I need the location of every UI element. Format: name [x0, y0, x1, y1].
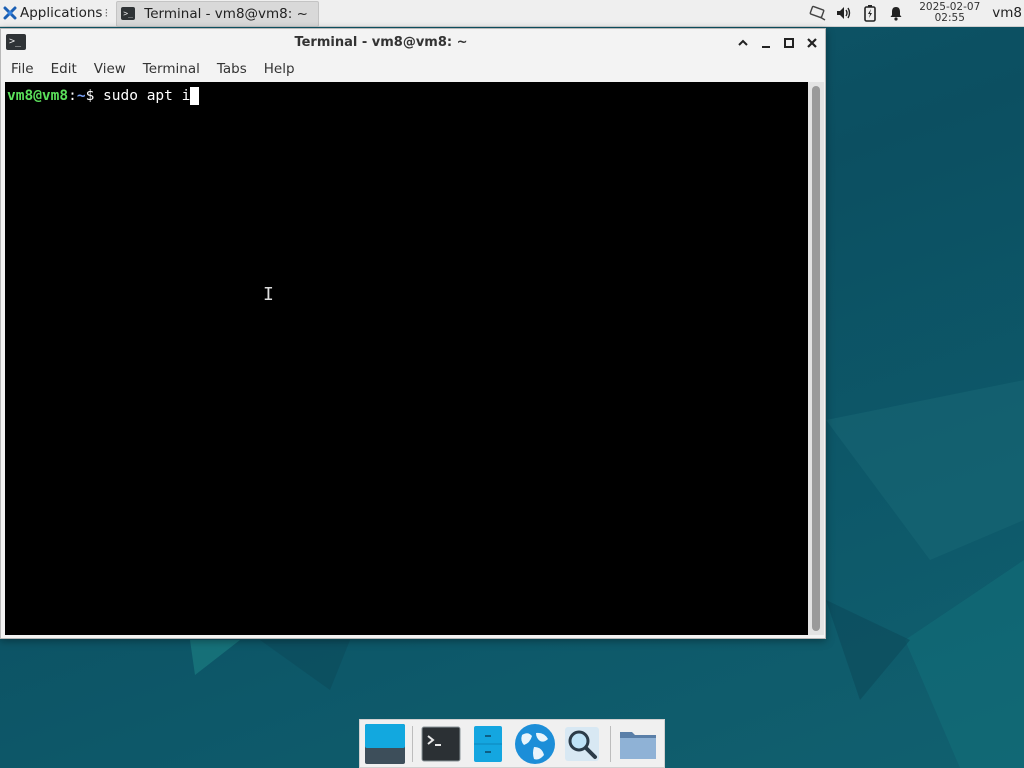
dock-separator	[609, 725, 611, 762]
window-title: Terminal - vm8@vm8: ~	[294, 35, 468, 50]
folder-icon	[620, 731, 657, 759]
minimize-icon	[762, 46, 770, 48]
applications-label: Applications	[20, 5, 103, 21]
menu-file[interactable]: File	[1, 61, 41, 77]
taskbar-terminal-label: Terminal - vm8@vm8: ~	[144, 5, 308, 22]
top-panel: Applications ⁝ >_ Terminal - vm8@vm8: ~	[0, 0, 1024, 27]
notification-bell-icon[interactable]	[887, 4, 905, 22]
text-cursor	[190, 87, 200, 105]
dock-terminal-button[interactable]	[419, 722, 462, 766]
volume-icon[interactable]	[835, 4, 853, 22]
dock-folder-button[interactable]	[617, 722, 660, 766]
battery-icon[interactable]	[861, 4, 879, 22]
roll-up-button[interactable]	[734, 34, 752, 52]
magnifier-icon	[565, 726, 600, 761]
close-button[interactable]	[803, 34, 821, 52]
prompt-path: ~	[76, 88, 86, 104]
clock-time: 02:55	[934, 12, 965, 24]
file-drawer-icon	[473, 725, 502, 762]
menu-help[interactable]: Help	[254, 61, 302, 77]
network-icon[interactable]	[809, 4, 827, 22]
terminal-icon: >_	[121, 7, 136, 20]
clock[interactable]: 2025-02-07 02:55	[919, 2, 980, 24]
prompt-line: vm8@vm8:~$ sudo apt i	[7, 87, 200, 105]
system-tray: 2025-02-07 02:55 vm8	[805, 0, 1024, 26]
dock-separator	[412, 725, 414, 762]
dock-file-drawer-button[interactable]	[466, 722, 509, 766]
prompt-symbol: $	[85, 88, 104, 104]
scrollbar-thumb[interactable]	[812, 86, 820, 631]
minimize-button[interactable]	[757, 34, 775, 52]
menu-view[interactable]: View	[84, 61, 133, 77]
dock	[359, 719, 665, 768]
terminal-output-area[interactable]: vm8@vm8:~$ sudo apt i I	[5, 82, 808, 635]
dock-app-finder-button[interactable]	[561, 722, 604, 766]
taskbar-terminal-button[interactable]: >_ Terminal - vm8@vm8: ~	[116, 0, 319, 27]
command-text: sudo apt i	[103, 88, 191, 104]
terminal-scrollbar[interactable]	[808, 82, 824, 635]
applications-menu[interactable]: Applications ⁝	[0, 0, 116, 26]
terminal-window: >_ Terminal - vm8@vm8: ~ File Edit View …	[0, 28, 826, 639]
menu-tabs[interactable]: Tabs	[207, 61, 254, 77]
user-menu[interactable]: vm8	[992, 5, 1022, 21]
maximize-button[interactable]	[780, 34, 798, 52]
xfce-logo-icon	[3, 6, 17, 20]
ibeam-cursor-icon: I	[263, 284, 274, 305]
panel-separator-icon: ⁝	[104, 6, 109, 20]
window-titlebar[interactable]: >_ Terminal - vm8@vm8: ~	[1, 29, 825, 57]
terminal-icon	[421, 726, 461, 761]
show-desktop-icon	[364, 723, 405, 764]
close-icon	[807, 38, 817, 48]
chevron-up-icon	[738, 39, 748, 46]
prompt-user: vm8@vm8	[7, 88, 69, 104]
menubar: File Edit View Terminal Tabs Help	[1, 57, 825, 81]
maximize-icon	[784, 38, 794, 48]
menu-terminal[interactable]: Terminal	[133, 61, 207, 77]
dock-web-browser-button[interactable]	[514, 722, 557, 766]
show-desktop-button[interactable]	[363, 722, 406, 766]
menu-edit[interactable]: Edit	[41, 61, 84, 77]
globe-icon	[515, 723, 556, 764]
prompt-colon: :	[68, 88, 77, 104]
